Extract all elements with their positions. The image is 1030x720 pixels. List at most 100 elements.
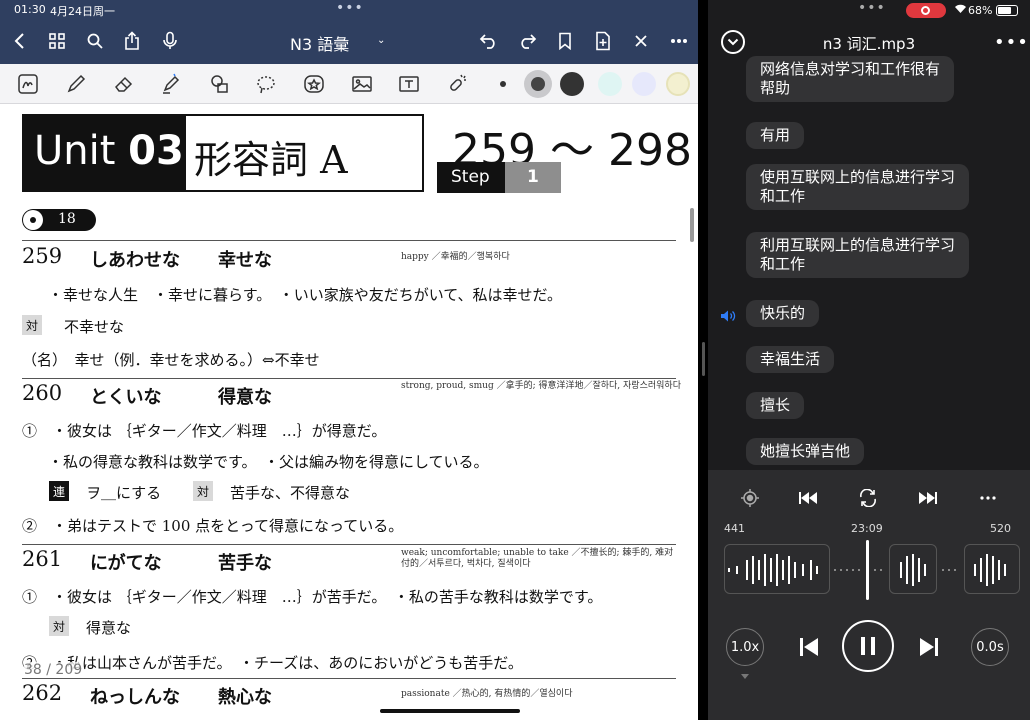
playback-controls: 441 23:09 520 1.0x 0.0s — [708, 470, 1030, 720]
antonym-tag: 対 — [193, 481, 213, 501]
example-line: （名） 幸せ（例．幸せを求める。）⇔不幸せ — [22, 351, 320, 369]
entry-kanji: 幸せな — [218, 250, 272, 271]
entry-divider — [22, 378, 676, 379]
entry-meaning: weak; uncomfortable; unable to take ／不擅长… — [401, 548, 674, 569]
transcript-bubble[interactable]: 有用 — [746, 122, 805, 149]
status-date: 4月24日周一 — [50, 5, 115, 18]
previous-sentence-icon[interactable] — [796, 486, 820, 510]
track-number: 18 — [58, 211, 76, 227]
color-swatch-yellow[interactable] — [666, 72, 690, 96]
page-counter: 38 / 209 — [24, 662, 83, 678]
close-tools-icon[interactable] — [628, 28, 654, 54]
home-indicator[interactable] — [380, 709, 520, 713]
sticker-icon[interactable] — [300, 70, 328, 98]
example-line: ② ・私は山本さんが苦手だ。 ・チーズは、あのにおいがどうも苦手だ。 — [22, 654, 523, 672]
skip-forward-icon[interactable] — [914, 632, 944, 662]
step-number: 1 — [505, 162, 561, 193]
share-icon[interactable] — [119, 28, 145, 54]
battery-percent: 68% — [968, 4, 993, 17]
undo-icon[interactable] — [476, 28, 502, 54]
lasso-icon[interactable] — [252, 70, 280, 98]
example-line: ・幸せな人生 ・幸せに暮らす。 ・いい家族や友だちがいて、私は幸せだ。 — [48, 286, 563, 304]
multitask-dots-icon[interactable]: ••• — [336, 0, 364, 16]
search-icon[interactable] — [82, 28, 108, 54]
example-line: 得意な — [86, 619, 132, 637]
laser-pointer-icon[interactable] — [443, 70, 471, 98]
status-time: 01:30 — [14, 3, 46, 16]
multitask-dots-icon[interactable]: ••• — [858, 0, 886, 16]
redo-icon[interactable] — [514, 28, 540, 54]
color-swatch-mint[interactable] — [598, 72, 622, 96]
unit-word: Unit — [34, 128, 116, 174]
transcript-bubble[interactable]: 网络信息对学习和工作很有 帮助 — [746, 56, 955, 102]
entry-kanji: 熱心な — [218, 687, 272, 708]
segment-end-marker: 520 — [990, 522, 1011, 535]
pause-button[interactable] — [842, 620, 894, 672]
image-icon[interactable] — [348, 70, 376, 98]
transcript-bubble[interactable]: 幸福生活 — [746, 346, 835, 373]
microphone-icon[interactable] — [157, 28, 183, 54]
chevron-down-icon[interactable]: ⌄ — [377, 35, 385, 46]
text-recognition-icon[interactable] — [14, 70, 42, 98]
unit-number: 03 — [128, 128, 184, 174]
speed-dropdown-icon[interactable] — [736, 670, 754, 682]
shapes-icon[interactable] — [206, 70, 234, 98]
entry-divider — [22, 678, 676, 679]
entry-meaning: happy ／幸福的／행복하다 — [401, 252, 510, 262]
thumbnails-grid-icon[interactable] — [44, 28, 70, 54]
more-icon[interactable] — [976, 486, 1000, 510]
repeat-icon[interactable] — [856, 486, 880, 510]
transcript-bubble-active[interactable]: 快乐的 — [746, 300, 820, 327]
skip-back-icon[interactable] — [794, 632, 824, 662]
back-icon[interactable] — [6, 28, 32, 54]
text-box-icon[interactable] — [395, 70, 423, 98]
stroke-size-small[interactable] — [500, 81, 506, 87]
cd-icon — [23, 210, 43, 230]
vertical-scrollbar[interactable] — [690, 208, 694, 242]
annotation-toolbar — [0, 64, 698, 104]
playhead[interactable] — [866, 540, 869, 600]
entry-number: 261 — [22, 547, 63, 571]
transcript-bubble[interactable]: 利用互联网上的信息进行学习 和工作 — [746, 232, 970, 278]
pen-tool-icon[interactable] — [62, 70, 90, 98]
current-time: 23:09 — [851, 522, 883, 535]
offset-button[interactable]: 0.0s — [971, 628, 1009, 666]
document-page[interactable]: Unit 03 形容詞 A 259 〜 298 Step 1 18 259 しあ… — [0, 104, 698, 720]
entry-number: 262 — [22, 681, 63, 705]
transcript-bubble[interactable]: 使用互联网上的信息进行学习 和工作 — [746, 164, 970, 210]
transcript-bubble[interactable]: 她擅长弹吉他 — [746, 438, 865, 465]
more-options-icon[interactable] — [666, 28, 692, 54]
reader-navbar: N3 語彙 ⌄ — [0, 20, 698, 64]
entry-kanji: 苦手な — [218, 553, 272, 574]
playback-speed-button[interactable]: 1.0x — [726, 628, 764, 666]
waveform-bars — [728, 554, 1006, 586]
color-swatch-lavender[interactable] — [632, 72, 656, 96]
transcript-bubble[interactable]: 擅长 — [746, 392, 805, 419]
stroke-size-large[interactable] — [560, 72, 584, 96]
entry-reading: にがてな — [90, 553, 162, 574]
unit-label: Unit 03 — [24, 116, 186, 190]
more-options-icon[interactable]: ••• — [994, 32, 1029, 53]
next-sentence-icon[interactable] — [916, 486, 940, 510]
add-page-icon[interactable] — [590, 28, 616, 54]
transcript-list[interactable]: 网络信息对学习和工作很有 帮助 有用 使用互联网上的信息进行学习 和工作 利用互… — [708, 56, 1030, 470]
waveform-scrubber[interactable] — [724, 542, 1020, 598]
target-icon[interactable] — [738, 486, 762, 510]
example-line: 不幸せな — [64, 318, 125, 336]
audio-file-title: n3 词汇.mp3 — [822, 35, 916, 53]
document-title[interactable]: N3 語彙 — [290, 31, 349, 55]
status-bar-left: 01:30 4月24日周一 ••• — [0, 0, 698, 20]
screen-recording-icon[interactable] — [906, 3, 946, 18]
highlighter-icon[interactable] — [157, 70, 185, 98]
eraser-icon[interactable] — [110, 70, 138, 98]
collocation-tag: 連 — [49, 481, 69, 501]
entry-divider — [22, 240, 676, 241]
bookmark-icon[interactable] — [552, 28, 578, 54]
entry-number: 259 — [22, 244, 63, 268]
example-line: ① ・彼女は ｛ギター／作文／料理 …｝が得意だ。 — [22, 422, 387, 440]
speaker-playing-icon — [721, 310, 736, 322]
split-view-grip[interactable] — [702, 342, 705, 376]
pdf-reader-pane: 01:30 4月24日周一 ••• N3 語彙 ⌄ Unit 03 形容詞 A … — [0, 0, 698, 720]
entry-kanji: 得意な — [218, 387, 272, 408]
unit-title: 形容詞 A — [194, 138, 348, 182]
